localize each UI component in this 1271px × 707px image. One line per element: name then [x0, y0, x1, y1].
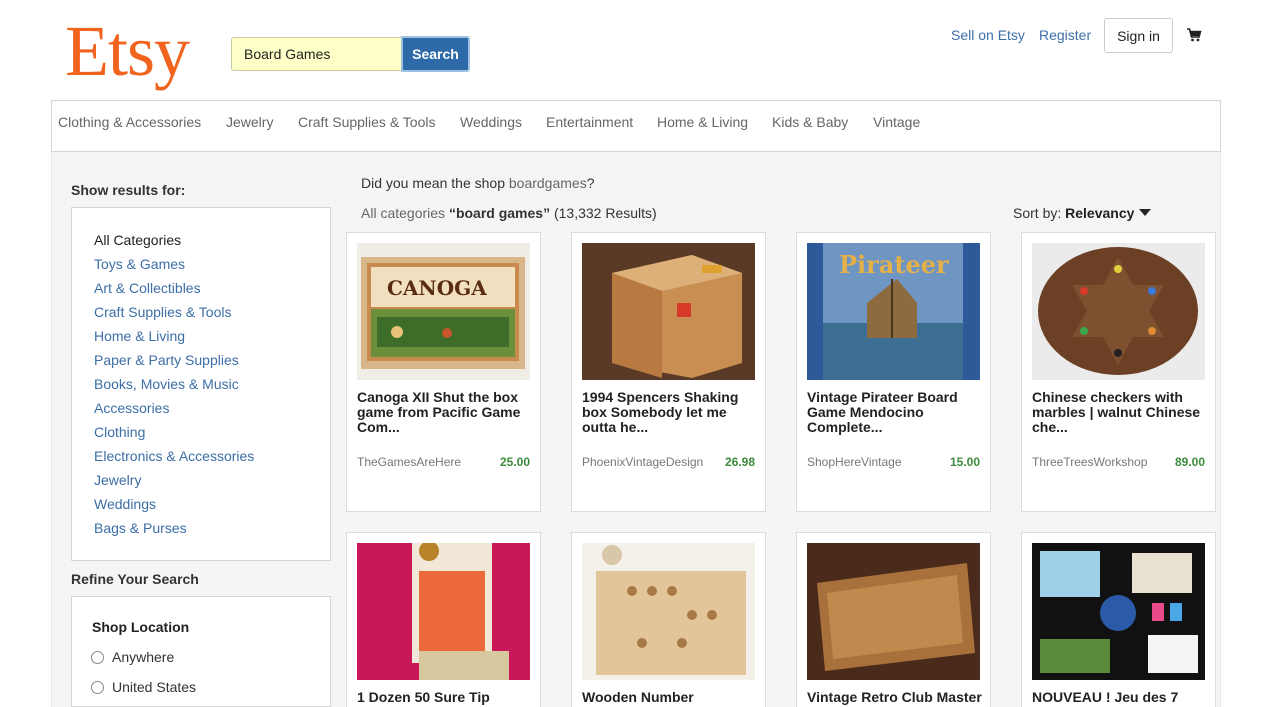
- nav-kids-baby[interactable]: Kids & Baby: [772, 114, 848, 130]
- nav-craft-supplies[interactable]: Craft Supplies & Tools: [298, 114, 435, 130]
- nav-weddings[interactable]: Weddings: [460, 114, 522, 130]
- product-image[interactable]: [1032, 543, 1205, 680]
- did-you-mean-shop-link[interactable]: boardgames: [509, 175, 587, 191]
- product-card[interactable]: Wooden Number Counting: [571, 532, 766, 707]
- show-results-title: Show results for:: [71, 182, 186, 198]
- product-shop[interactable]: ThreeTreesWorkshop: [1032, 455, 1147, 469]
- register-link[interactable]: Register: [1039, 27, 1091, 43]
- sort-by-dropdown[interactable]: Sort by: Relevancy: [1013, 205, 1152, 221]
- product-shop[interactable]: ShopHereVintage: [807, 455, 902, 469]
- svg-text:Pirateer: Pirateer: [839, 250, 949, 279]
- product-title[interactable]: Canoga XII Shut the box game from Pacifi…: [357, 390, 532, 435]
- shop-location-title: Shop Location: [92, 619, 190, 635]
- product-price: 25.00: [499, 455, 530, 469]
- product-title[interactable]: 1994 Spencers Shaking box Somebody let m…: [582, 390, 757, 435]
- product-image[interactable]: [357, 543, 530, 680]
- nav-vintage[interactable]: Vintage: [873, 114, 920, 130]
- results-count: (13,332 Results): [553, 205, 657, 221]
- sign-in-button[interactable]: Sign in: [1104, 18, 1173, 53]
- filter-toys-games[interactable]: Toys & Games: [94, 256, 254, 280]
- product-card[interactable]: NOUVEAU ! Jeu des 7: [1021, 532, 1216, 707]
- filter-craft-supplies[interactable]: Craft Supplies & Tools: [94, 304, 254, 328]
- product-shop[interactable]: PhoenixVintageDesign: [582, 455, 703, 469]
- filter-books-movies-music[interactable]: Books, Movies & Music: [94, 376, 254, 400]
- nav-home-living[interactable]: Home & Living: [657, 114, 748, 130]
- svg-text:CANOGA: CANOGA: [387, 276, 487, 300]
- product-card[interactable]: 1 Dozen 50 Sure Tip Board: [346, 532, 541, 707]
- product-shop[interactable]: TheGamesAreHere: [357, 455, 461, 469]
- product-image[interactable]: Pirateer: [807, 243, 980, 380]
- product-image[interactable]: [807, 543, 980, 680]
- results-category-link[interactable]: All categories: [361, 205, 445, 221]
- search-button[interactable]: Search: [401, 36, 470, 72]
- product-title[interactable]: Vintage Retro Club Master: [807, 690, 982, 705]
- results-summary: All categories “board games” (13,332 Res…: [361, 205, 657, 221]
- product-price: 26.98: [724, 455, 755, 469]
- filter-jewelry[interactable]: Jewelry: [94, 472, 254, 496]
- sort-label: Sort by:: [1013, 205, 1062, 221]
- product-card[interactable]: Chinese checkers with marbles | walnut C…: [1021, 232, 1216, 512]
- product-card[interactable]: CANOGA Canoga XII Shut the box game from…: [346, 232, 541, 512]
- location-united-states[interactable]: United States: [91, 679, 196, 695]
- product-price: 15.00: [949, 455, 980, 469]
- product-card[interactable]: 1994 Spencers Shaking box Somebody let m…: [571, 232, 766, 512]
- filter-clothing[interactable]: Clothing: [94, 424, 254, 448]
- product-title[interactable]: Wooden Number Counting: [582, 690, 757, 707]
- product-image[interactable]: [582, 543, 755, 680]
- nav-clothing-accessories[interactable]: Clothing & Accessories: [58, 114, 201, 130]
- filter-all-categories[interactable]: All Categories: [94, 232, 254, 256]
- nav-entertainment[interactable]: Entertainment: [546, 114, 633, 130]
- search-input[interactable]: [231, 37, 402, 71]
- results-query: “board games”: [448, 205, 551, 221]
- product-title[interactable]: 1 Dozen 50 Sure Tip Board: [357, 690, 532, 707]
- nav-jewelry[interactable]: Jewelry: [226, 114, 273, 130]
- radio-icon[interactable]: [91, 650, 104, 664]
- radio-icon[interactable]: [91, 680, 104, 694]
- category-filter-list: All Categories Toys & Games Art & Collec…: [94, 232, 254, 544]
- product-image[interactable]: [1032, 243, 1205, 380]
- filter-weddings[interactable]: Weddings: [94, 496, 254, 520]
- location-anywhere-label: Anywhere: [112, 649, 175, 665]
- did-you-mean-suffix: ?: [586, 175, 595, 191]
- etsy-logo[interactable]: Etsy: [65, 8, 190, 94]
- sell-on-etsy-link[interactable]: Sell on Etsy: [951, 27, 1025, 43]
- product-card[interactable]: Vintage Retro Club Master: [796, 532, 991, 707]
- filter-bags-purses[interactable]: Bags & Purses: [94, 520, 254, 544]
- sort-value: Relevancy: [1065, 205, 1135, 221]
- product-card[interactable]: Pirateer Vintage Pirateer Board Game Men…: [796, 232, 991, 512]
- product-image[interactable]: CANOGA: [357, 243, 530, 380]
- did-you-mean-text: Did you mean the shop: [361, 175, 509, 191]
- product-price: 89.00: [1174, 455, 1205, 469]
- filter-accessories[interactable]: Accessories: [94, 400, 254, 424]
- filter-home-living[interactable]: Home & Living: [94, 328, 254, 352]
- cart-icon[interactable]: [1186, 27, 1202, 43]
- refine-search-title: Refine Your Search: [71, 571, 199, 587]
- filter-art-collectibles[interactable]: Art & Collectibles: [94, 280, 254, 304]
- filter-electronics[interactable]: Electronics & Accessories: [94, 448, 254, 472]
- did-you-mean: Did you mean the shop boardgames?: [361, 175, 595, 191]
- caret-down-icon: [1139, 209, 1152, 216]
- location-united-states-label: United States: [112, 679, 197, 695]
- product-title[interactable]: Chinese checkers with marbles | walnut C…: [1032, 390, 1207, 435]
- product-title[interactable]: Vintage Pirateer Board Game Mendocino Co…: [807, 390, 982, 435]
- filter-paper-party[interactable]: Paper & Party Supplies: [94, 352, 254, 376]
- product-title[interactable]: NOUVEAU ! Jeu des 7: [1032, 690, 1207, 705]
- product-image[interactable]: [582, 243, 755, 380]
- category-nav: Clothing & Accessories Jewelry Craft Sup…: [51, 100, 1221, 152]
- location-anywhere[interactable]: Anywhere: [91, 649, 174, 665]
